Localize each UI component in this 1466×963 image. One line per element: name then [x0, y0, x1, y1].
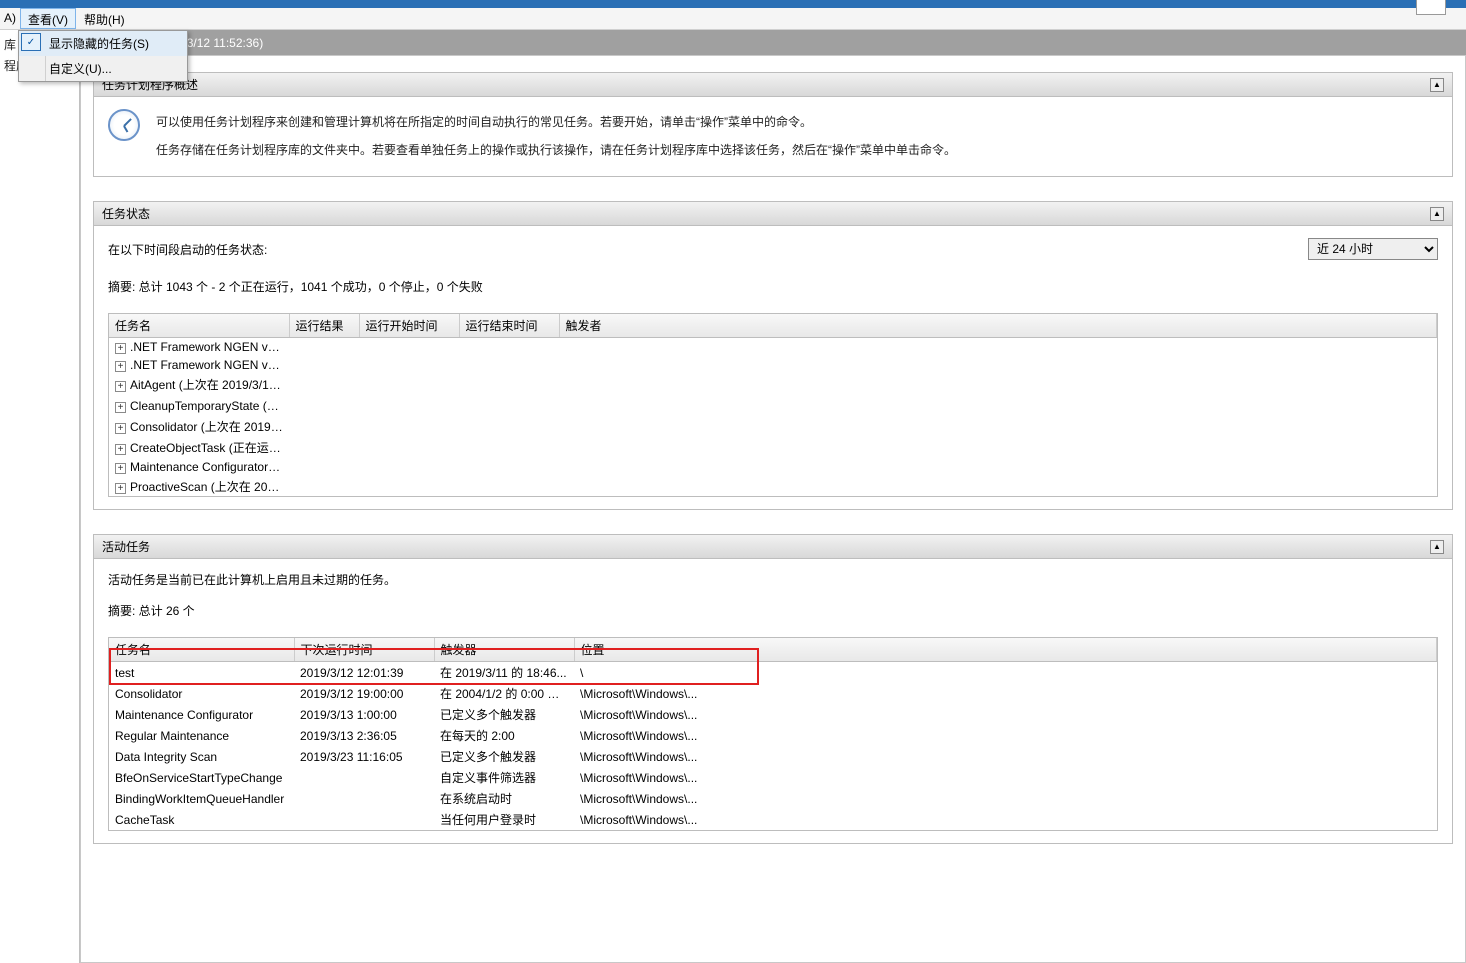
main-scroll[interactable]: 任务计划程序概述 ▲ 可以使用任务计划程序来创建和管理计算机将在所指定的时间自动… — [80, 55, 1466, 963]
title-bar — [0, 0, 1466, 8]
status-summary: 摘要: 总计 1043 个 - 2 个正在运行，1041 个成功，0 个停止，0… — [108, 278, 1438, 295]
table-row[interactable]: +AitAgent (上次在 2019/3/12 4... — [109, 374, 1437, 395]
overview-p1: 可以使用任务计划程序来创建和管理计算机将在所指定的时间自动执行的常见任务。若要开… — [156, 109, 1438, 137]
table-row[interactable]: Data Integrity Scan2019/3/23 11:16:05已定义… — [109, 746, 1437, 767]
expand-icon[interactable]: + — [115, 402, 126, 413]
clock-icon — [108, 109, 140, 141]
table-row[interactable]: Regular Maintenance2019/3/13 2:36:05在每天的… — [109, 725, 1437, 746]
active-table-scroll[interactable]: test2019/3/12 12:01:39在 2019/3/11 的 18:4… — [109, 662, 1437, 830]
expand-icon[interactable]: + — [115, 444, 126, 455]
status-table-scroll[interactable]: +.NET Framework NGEN v4.0....+.NET Frame… — [109, 338, 1437, 496]
column-header[interactable]: 任务名 — [109, 638, 294, 662]
refresh-time-bar: 次刷新时间: 2019/3/12 11:52:36) — [80, 30, 1466, 55]
column-header[interactable]: 触发器 — [434, 638, 574, 662]
menu-view[interactable]: 查看(V) — [20, 8, 76, 29]
table-row[interactable]: Maintenance Configurator2019/3/13 1:00:0… — [109, 704, 1437, 725]
column-header[interactable]: 触发者 — [559, 314, 1437, 338]
left-sidebar: 库 (本 程序库 — [0, 30, 80, 963]
column-header[interactable]: 任务名 — [109, 314, 289, 338]
view-dropdown: ✓ 显示隐藏的任务(S) 自定义(U)... — [18, 30, 188, 82]
active-summary: 摘要: 总计 26 个 — [108, 602, 1438, 619]
column-header[interactable]: 运行开始时间 — [359, 314, 459, 338]
active-title: 活动任务 — [102, 538, 150, 555]
table-row[interactable]: +Maintenance Configurator (... — [109, 458, 1437, 476]
collapse-icon[interactable]: ▲ — [1430, 78, 1444, 92]
column-header[interactable]: 下次运行时间 — [294, 638, 434, 662]
dd-show-hidden-label: 显示隐藏的任务(S) — [49, 35, 149, 52]
table-row[interactable]: test2019/3/12 12:01:39在 2019/3/11 的 18:4… — [109, 662, 1437, 683]
active-panel: 活动任务 ▲ 活动任务是当前已在此计算机上启用且未过期的任务。 摘要: 总计 2… — [93, 534, 1453, 844]
table-row[interactable]: Consolidator2019/3/12 19:00:00在 2004/1/2… — [109, 683, 1437, 704]
expand-icon[interactable]: + — [115, 483, 126, 494]
status-title: 任务状态 — [102, 205, 150, 222]
overview-p2: 任务存储在任务计划程序库的文件夹中。若要查看单独任务上的操作或执行该操作，请在任… — [156, 137, 1438, 165]
table-row[interactable]: +Consolidator (上次在 2019/3... — [109, 416, 1437, 437]
table-row[interactable]: +CreateObjectTask (正在运行) — [109, 437, 1437, 458]
table-row[interactable]: +.NET Framework NGEN v4.0.... — [109, 338, 1437, 356]
table-row[interactable]: BindingWorkItemQueueHandler在系统启动时\Micros… — [109, 788, 1437, 809]
menu-frag: A) — [0, 8, 20, 29]
menu-help[interactable]: 帮助(H) — [76, 8, 133, 29]
table-row[interactable]: +CleanupTemporaryState (上... — [109, 395, 1437, 416]
collapse-icon[interactable]: ▲ — [1430, 540, 1444, 554]
overview-header[interactable]: 任务计划程序概述 ▲ — [94, 73, 1452, 97]
menu-bar: A) 查看(V) 帮助(H) — [0, 8, 1466, 30]
table-row[interactable]: CacheTask当任何用户登录时\Microsoft\Windows\... — [109, 809, 1437, 830]
check-icon: ✓ — [21, 33, 41, 51]
expand-icon[interactable]: + — [115, 463, 126, 474]
table-row[interactable]: +.NET Framework NGEN v4.0.... — [109, 356, 1437, 374]
active-header[interactable]: 活动任务 ▲ — [94, 535, 1452, 559]
period-select[interactable]: 近 24 小时 — [1308, 238, 1438, 260]
column-header[interactable]: 运行结束时间 — [459, 314, 559, 338]
active-desc: 活动任务是当前已在此计算机上启用且未过期的任务。 — [108, 571, 1438, 588]
dd-custom[interactable]: 自定义(U)... — [19, 56, 187, 81]
status-table: 任务名运行结果运行开始时间运行结束时间触发者 — [109, 314, 1437, 338]
column-header[interactable]: 运行结果 — [289, 314, 359, 338]
status-panel: 任务状态 ▲ 在以下时间段启动的任务状态: 近 24 小时 摘要: 总计 104… — [93, 201, 1453, 510]
table-row[interactable]: +ProactiveScan (上次在 2019/... — [109, 476, 1437, 496]
expand-icon[interactable]: + — [115, 361, 126, 372]
expand-icon[interactable]: + — [115, 343, 126, 354]
status-header[interactable]: 任务状态 ▲ — [94, 202, 1452, 226]
column-header[interactable]: 位置 — [574, 638, 1437, 662]
active-table: 任务名下次运行时间触发器位置 — [109, 638, 1437, 662]
collapse-icon[interactable]: ▲ — [1430, 207, 1444, 221]
expand-icon[interactable]: + — [115, 381, 126, 392]
table-row[interactable]: BfeOnServiceStartTypeChange自定义事件筛选器\Micr… — [109, 767, 1437, 788]
overview-panel: 任务计划程序概述 ▲ 可以使用任务计划程序来创建和管理计算机将在所指定的时间自动… — [93, 72, 1453, 177]
dd-custom-label: 自定义(U)... — [49, 60, 112, 77]
status-label: 在以下时间段启动的任务状态: — [108, 241, 267, 258]
dd-show-hidden[interactable]: ✓ 显示隐藏的任务(S) — [19, 31, 187, 56]
expand-icon[interactable]: + — [115, 423, 126, 434]
